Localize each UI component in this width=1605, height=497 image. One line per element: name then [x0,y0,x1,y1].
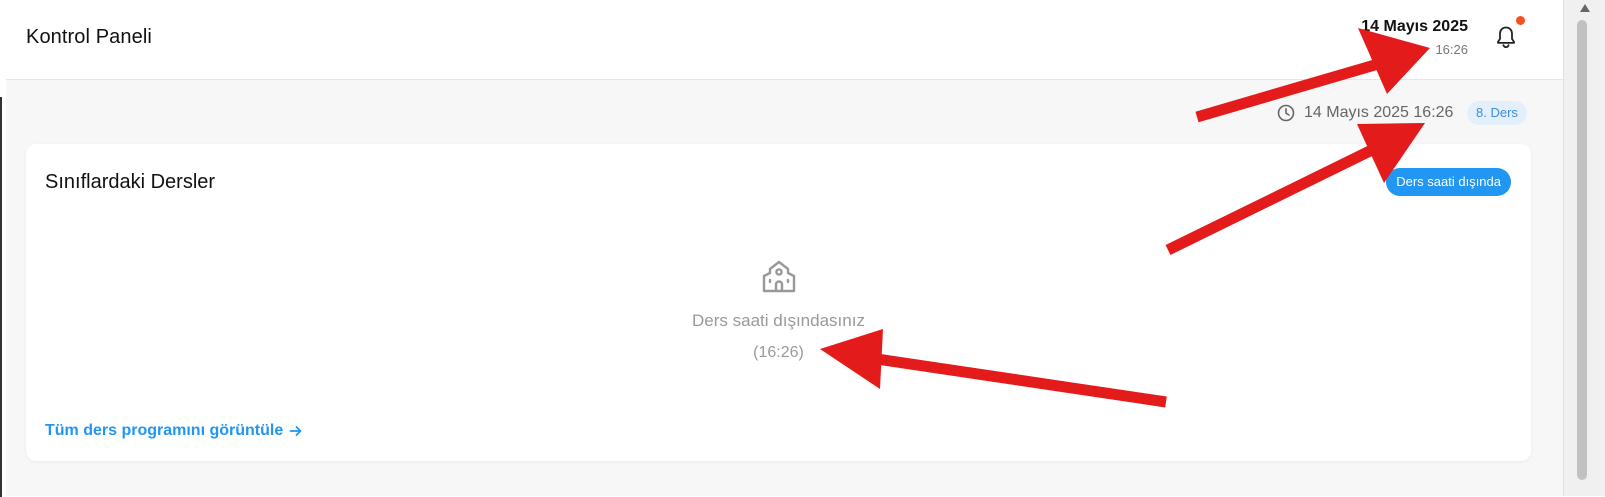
view-schedule-label: Tüm ders programını görüntüle [45,422,284,439]
notification-dot [1516,16,1525,25]
bell-icon[interactable] [1491,22,1521,52]
current-datetime: 14 Mayıs 2025 16:26 [1304,104,1454,121]
clock-icon [1277,104,1295,122]
scroll-thumb[interactable] [1577,20,1587,480]
empty-message: Ders saati dışındasınız [692,311,865,330]
scroll-up-icon[interactable] [1578,2,1592,14]
classes-card: Sınıflardaki Dersler Ders saati dışında … [26,144,1531,461]
vertical-scrollbar[interactable] [1563,0,1605,496]
header-time: 16:26 [1435,42,1468,57]
empty-time: (16:26) [753,344,804,361]
period-badge: 8. Ders [1467,101,1527,125]
top-bar: Kontrol Paneli 14 Mayıs 2025 16:26 [0,0,1563,80]
view-schedule-link[interactable]: Tüm ders programını görüntüle [45,422,303,440]
page-title: Kontrol Paneli [26,26,152,48]
card-title: Sınıflardaki Dersler [45,171,216,193]
dashboard-app: Kontrol Paneli 14 Mayıs 2025 16:26 14 Ma… [0,0,1563,497]
status-chip: Ders saati dışında [1386,168,1511,196]
arrow-right-icon [289,426,302,436]
header-date: 14 Mayıs 2025 [1361,18,1468,35]
school-icon [762,260,796,293]
left-edge [0,79,6,497]
